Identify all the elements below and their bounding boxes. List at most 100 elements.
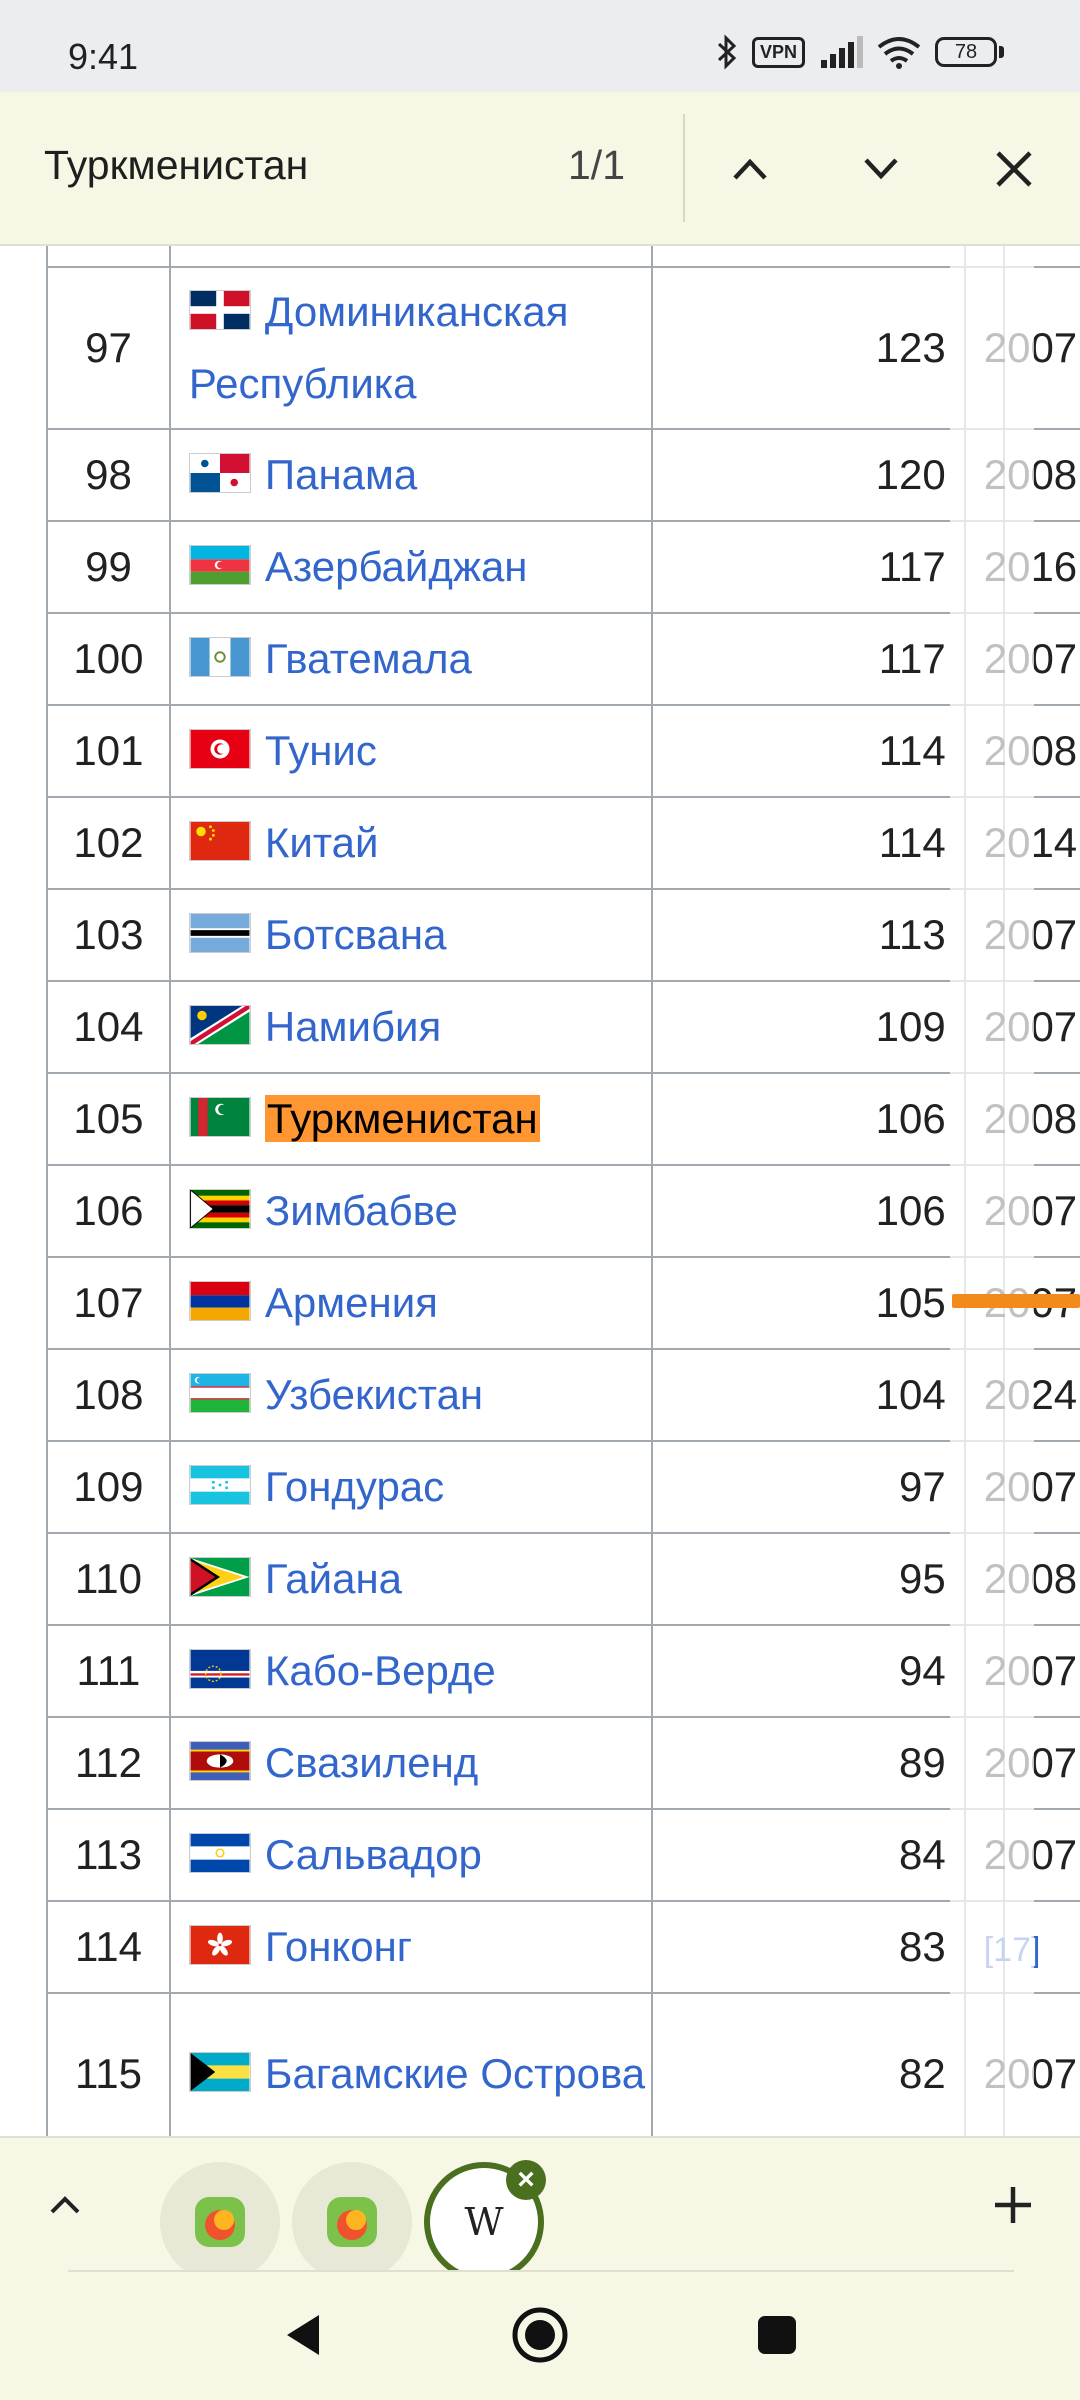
rank-cell: 102 (46, 796, 171, 890)
value-cell: 83 (651, 1900, 966, 1994)
country-link[interactable]: Тунис (265, 727, 377, 774)
status-bar: 9:41 VPN 78 (0, 0, 1080, 92)
year-text: 2007 (983, 1739, 1078, 1786)
year-text: 2007 (983, 1003, 1078, 1050)
country-link[interactable]: Китай (265, 819, 379, 866)
armenia-flag (188, 1279, 265, 1326)
country-link[interactable]: Намибия (265, 1003, 441, 1050)
bluetooth-icon (717, 34, 737, 70)
orange-app-icon (195, 2197, 245, 2247)
value-cell: 109 (651, 980, 966, 1074)
tab-thumbnail-2[interactable] (292, 2162, 412, 2282)
rank-cell: 110 (46, 1532, 171, 1626)
year-text: 2007 (983, 1831, 1078, 1878)
find-close-button[interactable] (971, 126, 1057, 212)
country-link[interactable]: Гайана (265, 1555, 402, 1602)
find-next-button[interactable] (838, 126, 924, 212)
wifi-icon (877, 37, 921, 69)
country-link[interactable]: Гондурас (265, 1463, 444, 1510)
nav-back-button[interactable] (260, 2292, 346, 2378)
year-cell: 2007 (963, 1992, 1077, 2136)
country-link[interactable]: Зимбабве (265, 1187, 458, 1234)
battery-indicator: 78 (935, 37, 1004, 67)
country-link[interactable]: Панама (265, 451, 417, 498)
rank-cell: 112 (46, 1716, 171, 1810)
expand-tabs-button[interactable] (22, 2162, 108, 2248)
tunisia-flag (188, 727, 265, 774)
country-link[interactable]: Узбекистан (265, 1371, 483, 1418)
year-cell: 2007 (963, 266, 1077, 430)
country-link[interactable]: Сальвадор (265, 1831, 482, 1878)
table-row: 100 Гватемала 117 2007 (46, 612, 1080, 706)
guatemala-flag (188, 635, 265, 682)
country-link[interactable]: Азербайджан (265, 543, 528, 590)
country-link-highlighted[interactable]: Туркменистан (264, 1095, 540, 1142)
tab-thumbnail-active[interactable]: W × (424, 2160, 546, 2282)
table-row: 103 Ботсвана 113 2007 (46, 888, 1080, 982)
country-link[interactable]: Ботсвана (265, 911, 447, 958)
value-cell: 106 (651, 1072, 966, 1166)
year-cell: 2008 (963, 1532, 1077, 1626)
country-link[interactable]: Кабо-Верде (265, 1647, 496, 1694)
year-cell: 2007 (963, 1624, 1077, 1718)
country-cell: Китай (168, 796, 654, 890)
table-row: 115 Багамские Острова 82 2007 (46, 1992, 1080, 2136)
chevron-up-icon (50, 2196, 80, 2214)
country-cell: Намибия (168, 980, 654, 1074)
hong-kong-flag (188, 1923, 265, 1970)
country-cell: Гайана (168, 1532, 654, 1626)
home-circle-icon (512, 2307, 568, 2363)
country-cell: Армения (168, 1256, 654, 1350)
country-link[interactable]: Багамские Острова (265, 2050, 645, 2097)
guyana-flag (188, 1555, 265, 1602)
reference-link[interactable]: [17] (984, 1931, 1041, 1969)
chevron-down-icon (864, 158, 898, 180)
table-row: 105 Туркменистан 106 2008 (46, 1072, 1080, 1166)
rank-cell: 98 (46, 428, 171, 522)
year-cell: 2007 (963, 980, 1077, 1074)
year-cell: 2007 (963, 1808, 1077, 1902)
year-text: 2007 (983, 1463, 1078, 1510)
value-cell: 113 (651, 888, 966, 982)
find-match-scroll-marker (952, 1294, 1080, 1308)
table-row: 97 Доминиканская Республика 123 2007 (46, 266, 1080, 430)
find-previous-button[interactable] (707, 126, 793, 212)
wiki-table-viewport[interactable]: 97 Доминиканская Республика 123 2007 98 Панам… (0, 246, 1080, 2136)
year-cell: 2007 (963, 1716, 1077, 1810)
rank-cell: 107 (46, 1256, 171, 1350)
battery-cap (999, 46, 1004, 58)
find-query-input[interactable]: Туркменистан (44, 142, 308, 189)
year-text: 2007 (983, 911, 1078, 958)
signal-icon (821, 36, 863, 68)
table-row: 113 Сальвадор 84 2007 (46, 1808, 1080, 1902)
country-link[interactable]: Гватемала (265, 635, 472, 682)
nav-recents-button[interactable] (734, 2292, 820, 2378)
rank-cell: 115 (46, 1992, 171, 2136)
wikipedia-icon: W (464, 2200, 504, 2244)
country-cell: Узбекистан (168, 1348, 654, 1442)
country-link[interactable]: Армения (265, 1279, 438, 1326)
close-tab-button[interactable]: × (506, 2160, 546, 2200)
year-cell: 2014 (963, 796, 1077, 890)
tab-thumbnail-1[interactable] (160, 2162, 280, 2282)
value-cell: 106 (651, 1164, 966, 1258)
nav-home-button[interactable] (497, 2292, 583, 2378)
china-flag (188, 819, 265, 866)
rank-cell: 99 (46, 520, 171, 614)
value-cell: 89 (651, 1716, 966, 1810)
back-triangle-icon (287, 2315, 319, 2355)
country-link[interactable]: Гонконг (265, 1923, 412, 1970)
rank-cell: 101 (46, 704, 171, 798)
value-cell: 114 (651, 704, 966, 798)
el-salvador-flag (188, 1831, 265, 1878)
country-cell: Туркменистан (168, 1072, 654, 1166)
country-link[interactable]: Свазиленд (265, 1739, 478, 1786)
recents-square-icon (758, 2316, 796, 2354)
rank-cell: 100 (46, 612, 171, 706)
table-row: 101 Тунис 114 2008 (46, 704, 1080, 798)
new-tab-button[interactable] (970, 2162, 1056, 2248)
year-cell: [17] (963, 1900, 1040, 1994)
rank-cell: 106 (46, 1164, 171, 1258)
find-in-page-bar: Туркменистан 1/1 (0, 92, 1080, 246)
year-cell: 2008 (963, 1072, 1077, 1166)
